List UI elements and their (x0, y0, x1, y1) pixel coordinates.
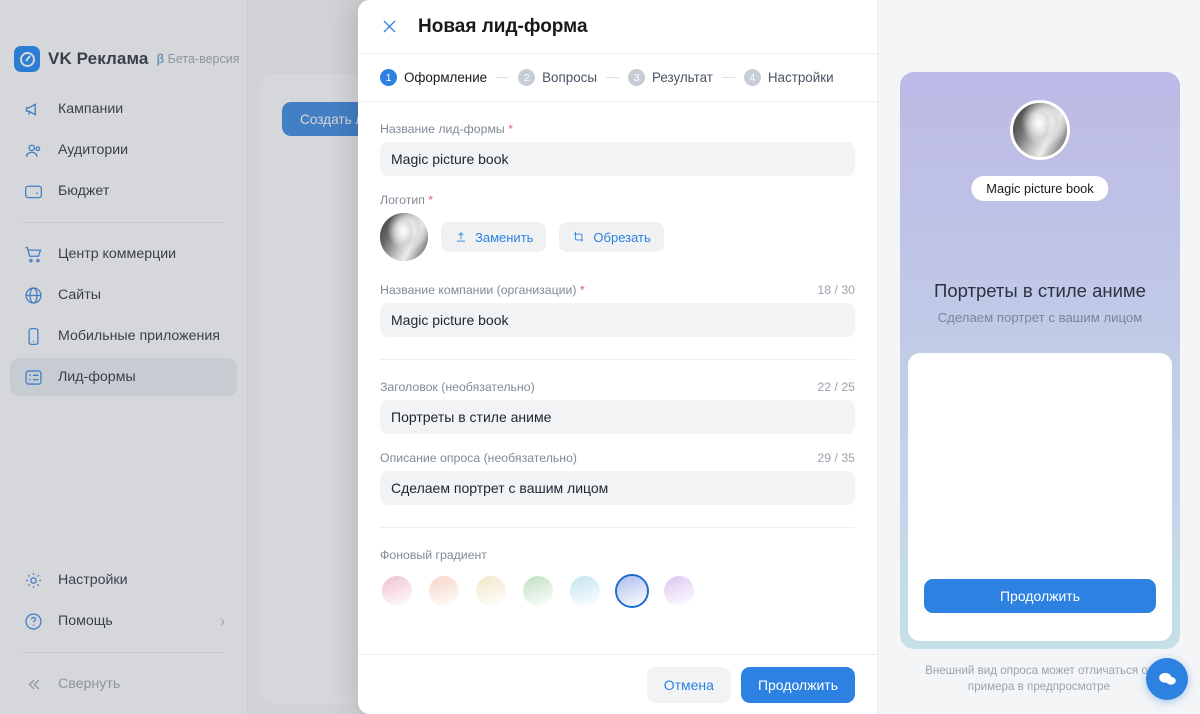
label-text: Название лид-формы (380, 122, 505, 136)
replace-logo-label: Заменить (475, 229, 534, 245)
step-connector (496, 77, 510, 78)
field-header: Фоновый градиент (380, 548, 855, 562)
step-number: 3 (627, 69, 645, 86)
gradient-swatch-peach[interactable] (427, 574, 461, 608)
field-label: Название компании (организации) * (380, 283, 585, 297)
avatar (380, 213, 428, 261)
preview-title: Портреты в стиле аниме (934, 280, 1146, 301)
step-label: Настройки (767, 70, 834, 85)
required-marker: * (428, 193, 434, 207)
logo-controls: Заменить Обрезать (380, 213, 855, 261)
step-label: Оформление (404, 70, 488, 85)
crop-logo-label: Обрезать (593, 229, 651, 245)
step-3-result[interactable]: 3 Результат (627, 69, 713, 86)
step-label: Вопросы (542, 70, 597, 85)
field-logo: Логотип * Заменить Обрезать (380, 193, 855, 261)
gradient-swatch-blue[interactable] (615, 574, 649, 608)
char-counter: 18 / 30 (817, 283, 855, 297)
field-label: Заголовок (необязательно) (380, 380, 535, 394)
preview-note: Внешний вид опроса может отличаться от п… (925, 664, 1153, 693)
step-label: Результат (651, 70, 713, 85)
description-input[interactable]: Сделаем портрет с вашим лицом (380, 471, 855, 505)
required-marker: * (508, 122, 513, 136)
field-label: Название лид-формы * (380, 122, 513, 136)
step-2-questions[interactable]: 2 Вопросы (518, 69, 597, 86)
required-marker: * (579, 283, 585, 297)
label-text: Логотип (380, 193, 425, 207)
field-label: Фоновый градиент (380, 548, 487, 562)
step-connector (605, 77, 619, 78)
modal-footer: Отмена Продолжить (358, 654, 877, 714)
gradient-swatch-cream[interactable] (474, 574, 508, 608)
form-body: Название лид-формы * Magic picture book … (358, 102, 877, 654)
modal-header: Новая лид-форма (358, 0, 877, 53)
gradient-swatch-green[interactable] (521, 574, 555, 608)
modal-main-column: Новая лид-форма 1 Оформление 2 Вопросы 3… (358, 0, 877, 714)
char-counter: 22 / 25 (817, 380, 855, 394)
field-header: Описание опроса (необязательно) 29 / 35 (380, 451, 855, 465)
char-counter: 29 / 35 (817, 451, 855, 465)
field-header: Название лид-формы * (380, 122, 855, 136)
app-root: VK Реклама β Бета-версия Кампании Аудито… (0, 0, 1200, 714)
upload-icon (456, 232, 466, 242)
page-title: Новая лид-форма (418, 15, 588, 37)
form-divider (380, 359, 855, 360)
preview-cta-button[interactable]: Продолжить (924, 579, 1156, 613)
crop-icon (574, 231, 584, 242)
field-label: Логотип * (380, 193, 433, 207)
step-number: 1 (380, 69, 397, 86)
label-text: Название компании (организации) (380, 283, 577, 297)
heading-input[interactable]: Портреты в стиле аниме (380, 400, 855, 434)
continue-button[interactable]: Продолжить (740, 666, 855, 703)
preview-avatar (1010, 100, 1070, 160)
preview-company-pill: Magic picture book (971, 176, 1109, 201)
gradient-swatch-cyan[interactable] (568, 574, 602, 608)
gradient-swatch-list (380, 574, 855, 608)
step-4-settings[interactable]: 4 Настройки (743, 69, 834, 86)
step-connector (721, 77, 735, 78)
field-background-gradient: Фоновый градиент (380, 548, 855, 608)
gradient-swatch-pink[interactable] (380, 574, 414, 608)
form-divider-2 (380, 527, 855, 528)
field-form-name: Название лид-формы * Magic picture book (380, 122, 855, 176)
preview-inner-card: Продолжить (908, 353, 1172, 641)
preview-card: Magic picture book Портреты в стиле аним… (900, 72, 1180, 649)
preview-panel: Magic picture book Портреты в стиле аним… (877, 0, 1200, 714)
field-header: Заголовок (необязательно) 22 / 25 (380, 380, 855, 394)
field-header: Логотип * (380, 193, 855, 207)
form-name-input[interactable]: Magic picture book (380, 142, 855, 176)
new-lead-form-modal: Новая лид-форма 1 Оформление 2 Вопросы 3… (358, 0, 1200, 714)
step-indicator: 1 Оформление 2 Вопросы 3 Результат 4 Нас… (358, 53, 877, 102)
step-number: 4 (743, 69, 761, 86)
field-heading: Заголовок (необязательно) 22 / 25 Портре… (380, 380, 855, 434)
close-icon[interactable] (376, 14, 402, 40)
field-company-name: Название компании (организации) * 18 / 3… (380, 283, 855, 337)
cancel-button[interactable]: Отмена (646, 666, 731, 703)
field-label: Описание опроса (необязательно) (380, 451, 578, 465)
replace-logo-button[interactable]: Заменить (441, 222, 547, 252)
gradient-swatch-violet[interactable] (662, 574, 696, 608)
crop-logo-button[interactable]: Обрезать (559, 222, 664, 252)
company-name-input[interactable]: Magic picture book (380, 303, 855, 337)
chat-bubble-icon[interactable] (1146, 658, 1188, 700)
step-number: 2 (518, 69, 536, 86)
field-header: Название компании (организации) * 18 / 3… (380, 283, 855, 297)
preview-subtitle: Сделаем портрет с вашим лицом (937, 310, 1143, 325)
step-1-design[interactable]: 1 Оформление (380, 69, 487, 86)
field-description: Описание опроса (необязательно) 29 / 35 … (380, 451, 855, 505)
